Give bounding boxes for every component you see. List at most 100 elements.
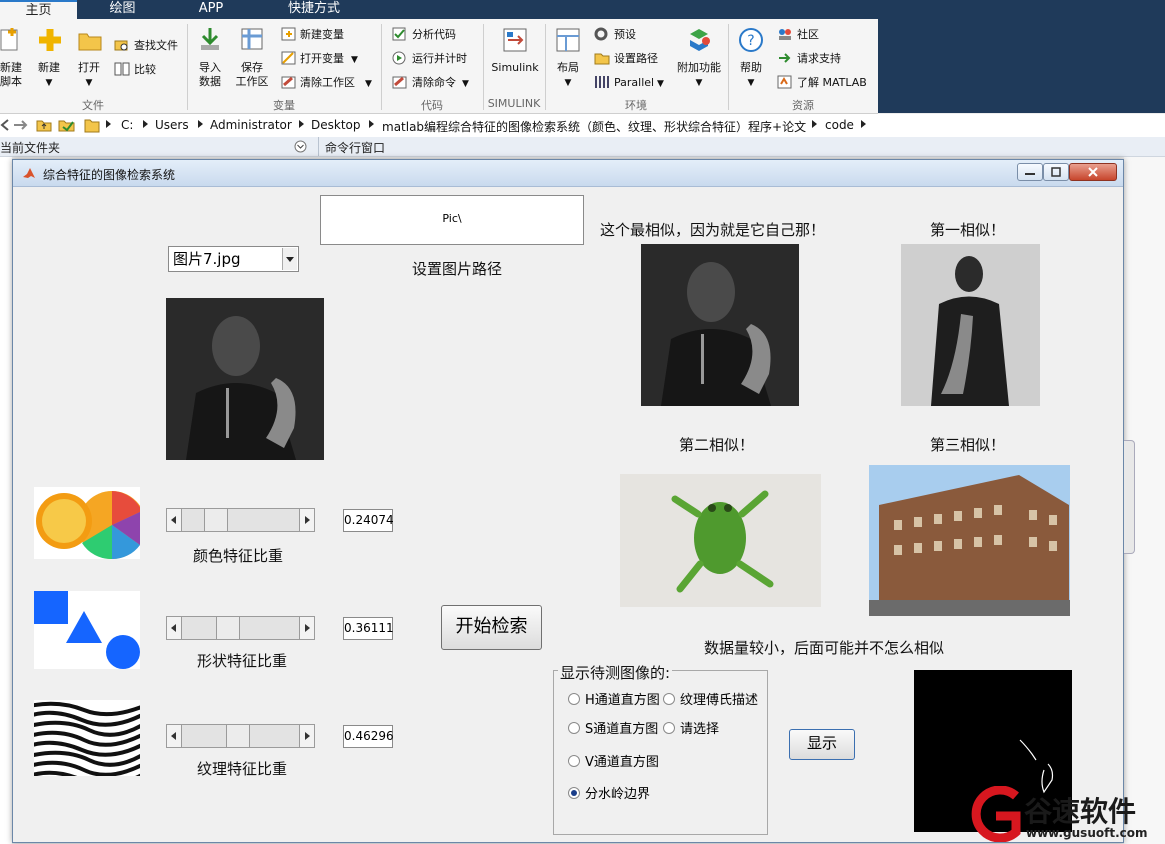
add-ons-button[interactable]: 附加功能 — [672, 61, 726, 75]
new-dropdown-arrow[interactable]: ▼ — [43, 76, 55, 90]
open-dropdown-arrow[interactable]: ▼ — [83, 76, 95, 90]
radio-s-histogram[interactable]: S通道直方图 — [568, 722, 658, 738]
parallel-dropdown-arrow[interactable]: ▼ — [657, 77, 664, 91]
slider-left-arrow[interactable] — [167, 509, 182, 531]
clear-workspace-dropdown-arrow[interactable]: ▼ — [365, 77, 372, 91]
forward-arrow-icon[interactable] — [13, 119, 29, 131]
color-weight-value[interactable]: 0.24074 — [343, 509, 394, 532]
preferences-button[interactable]: 预设 — [614, 28, 636, 42]
image-path-input[interactable]: Pic\ — [320, 195, 584, 245]
tab-shortcuts[interactable]: 快捷方式 — [258, 0, 370, 19]
learn-matlab-link[interactable]: 了解 MATLAB — [797, 76, 867, 90]
radio-label: H通道直方图 — [585, 693, 660, 708]
preferences-gear-icon — [594, 27, 608, 41]
request-support-link[interactable]: 请求支持 — [797, 52, 841, 66]
minimize-button[interactable] — [1017, 163, 1043, 181]
parallel-button[interactable]: Parallel — [614, 76, 654, 90]
open-button[interactable]: 打开 — [74, 61, 104, 75]
run-and-time-button[interactable]: 运行并计时 — [412, 52, 467, 66]
start-search-button[interactable]: 开始检索 — [441, 605, 542, 650]
slider-thumb[interactable] — [225, 725, 250, 747]
radio-watershed-boundary[interactable]: 分水岭边界 — [568, 787, 650, 803]
simulink-button[interactable]: Simulink — [488, 61, 542, 75]
slider-left-arrow[interactable] — [167, 725, 182, 747]
analyze-code-button[interactable]: 分析代码 — [412, 28, 456, 42]
slider-right-arrow[interactable] — [299, 509, 314, 531]
close-button[interactable] — [1069, 163, 1117, 181]
save-workspace-button[interactable]: 保存 工作区 — [232, 61, 272, 89]
color-weight-slider[interactable] — [166, 508, 315, 532]
breadcrumb-item[interactable]: code — [825, 118, 854, 132]
radio-v-histogram[interactable]: V通道直方图 — [568, 755, 659, 771]
texture-weight-slider[interactable] — [166, 724, 315, 748]
layout-dropdown-arrow[interactable]: ▼ — [562, 76, 574, 90]
community-link[interactable]: 社区 — [797, 28, 819, 42]
clear-commands-icon — [392, 76, 407, 89]
tab-apps[interactable]: APP — [168, 0, 254, 19]
layout-button[interactable]: 布局 — [553, 61, 583, 75]
help-dropdown-arrow[interactable]: ▼ — [745, 76, 757, 90]
radio-circle-selected[interactable] — [568, 787, 580, 799]
help-button[interactable]: 帮助 — [736, 61, 766, 75]
breadcrumb-item[interactable]: Users — [155, 118, 189, 132]
maximize-icon — [1051, 167, 1061, 177]
radio-please-select[interactable]: 请选择 — [663, 722, 719, 738]
clear-commands-dropdown-arrow[interactable]: ▼ — [462, 77, 469, 91]
breadcrumb-item[interactable]: Desktop — [311, 118, 361, 132]
portrait-photo-icon — [166, 298, 324, 460]
address-bar[interactable]: C: Users Administrator Desktop matlab编程综… — [0, 114, 1165, 138]
radio-circle[interactable] — [663, 693, 675, 705]
clear-commands-button[interactable]: 清除命令 — [412, 76, 456, 90]
slider-thumb[interactable] — [216, 617, 241, 639]
new-script-button[interactable]: 新建 脚本 — [0, 61, 22, 89]
radio-circle[interactable] — [568, 722, 580, 734]
dropdown-button[interactable] — [282, 248, 297, 270]
find-files-icon — [114, 40, 128, 51]
maximize-button[interactable] — [1043, 163, 1069, 181]
radio-circle[interactable] — [568, 755, 580, 767]
breadcrumb-item[interactable]: C: — [121, 118, 133, 132]
zebra-texture-icon — [34, 700, 140, 776]
panel-menu-chevron-icon[interactable] — [294, 140, 307, 153]
up-folder-icon[interactable] — [36, 118, 52, 132]
radio-circle[interactable] — [568, 693, 580, 705]
request-support-icon — [779, 53, 791, 63]
browse-folder-icon[interactable] — [58, 118, 76, 132]
radio-label: S通道直方图 — [585, 722, 659, 737]
find-files-button[interactable]: 查找文件 — [134, 39, 178, 53]
learn-matlab-icon — [777, 75, 792, 89]
slider-right-arrow[interactable] — [299, 617, 314, 639]
breadcrumb-separator — [812, 120, 817, 128]
shape-weight-value[interactable]: 0.36111 — [343, 617, 394, 640]
texture-weight-value[interactable]: 0.46296 — [343, 725, 394, 748]
slider-thumb[interactable] — [204, 509, 229, 531]
brand-name: 谷速软件 — [1024, 795, 1137, 828]
radio-h-histogram[interactable]: H通道直方图 — [568, 693, 660, 709]
clear-workspace-button[interactable]: 清除工作区 — [300, 76, 355, 90]
saxophone-player-photo-icon — [901, 244, 1040, 406]
add-ons-dropdown-arrow[interactable]: ▼ — [693, 76, 705, 90]
clear-workspace-icon — [281, 76, 296, 89]
breadcrumb-item[interactable]: Administrator — [210, 118, 292, 132]
back-arrow-icon[interactable] — [0, 119, 10, 131]
set-path-button[interactable]: 设置路径 — [614, 52, 658, 66]
slider-right-arrow[interactable] — [299, 725, 314, 747]
show-button[interactable]: 显示 — [789, 729, 855, 760]
tab-plots[interactable]: 绘图 — [80, 0, 165, 19]
shape-weight-slider[interactable] — [166, 616, 315, 640]
radio-circle[interactable] — [663, 722, 675, 734]
save-workspace-icon — [241, 28, 263, 50]
tab-home[interactable]: 主页 — [0, 0, 77, 19]
color-feature-image — [34, 487, 140, 559]
slider-left-arrow[interactable] — [167, 617, 182, 639]
close-icon — [1088, 167, 1098, 177]
image-select-dropdown[interactable]: 图片7.jpg — [168, 246, 299, 272]
radio-texture-fourier[interactable]: 纹理傅氏描述 — [663, 693, 758, 709]
import-data-button[interactable]: 导入 数据 — [194, 61, 226, 89]
compare-button[interactable]: 比较 — [134, 63, 156, 77]
open-variable-button[interactable]: 打开变量 — [300, 52, 344, 66]
open-variable-dropdown-arrow[interactable]: ▼ — [351, 53, 358, 67]
new-variable-button[interactable]: 新建变量 — [300, 28, 344, 42]
breadcrumb-item[interactable]: matlab编程综合特征的图像检索系统（颜色、纹理、形状综合特征）程序+论文 — [382, 118, 806, 135]
new-button[interactable]: 新建 — [34, 61, 64, 75]
